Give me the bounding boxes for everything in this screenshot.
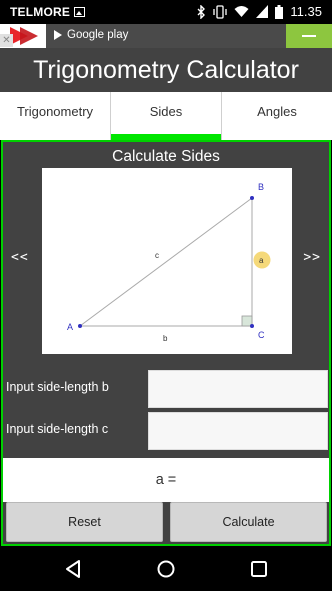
clock: 11.35 [290,4,322,19]
battery-icon [275,4,284,19]
vertex-a-point [78,324,82,328]
vertex-b-label: B [258,182,264,192]
side-c-input[interactable] [148,412,328,450]
hypotenuse-line [79,197,253,327]
status-icons: 11.35 [196,4,322,19]
side-c-label: c [155,251,159,260]
bluetooth-icon [197,4,206,19]
reset-button[interactable]: Reset [6,502,163,542]
triangle-diagram: A B C a b c [42,168,292,354]
app-title: Trigonometry Calculator [0,48,332,92]
next-button[interactable]: >> [303,250,321,265]
back-icon[interactable] [64,559,82,579]
ad-label: Google play [54,29,128,41]
side-b-label-text: Input side-length b [6,380,109,394]
image-icon [74,7,85,17]
result-display: a = [3,458,329,502]
right-angle-marker [241,315,253,327]
side-b-label: b [163,334,168,343]
status-bar: TELMORE 11.35 [0,0,332,24]
tab-sides[interactable]: Sides [111,92,222,140]
ad-close-icon[interactable]: ✕ [0,34,13,47]
vertex-a-label: A [67,322,73,332]
previous-button[interactable]: << [11,250,29,265]
recents-icon[interactable] [250,559,268,579]
carrier-name: TELMORE [10,5,71,19]
vibrate-icon [213,4,228,19]
tab-bar: Trigonometry Sides Angles [0,92,332,140]
tab-angles[interactable]: Angles [222,92,332,140]
sides-panel: Calculate Sides << >> A B C a b c Input … [1,140,331,546]
side-c-label-text: Input side-length c [6,422,109,436]
home-icon[interactable] [156,559,176,579]
side-a-label: a [259,256,264,265]
side-b-input[interactable] [148,370,328,408]
tab-trigonometry[interactable]: Trigonometry [0,92,111,140]
vertex-c-point [250,324,254,328]
vertex-c-label: C [258,330,265,340]
side-c-row: Input side-length c [3,412,329,452]
panel-title: Calculate Sides [112,148,220,165]
play-icon [54,30,62,40]
vertex-b-point [250,196,254,200]
system-nav-bar [0,547,332,591]
ad-action-button[interactable] [286,24,332,48]
calculate-button[interactable]: Calculate [170,502,327,542]
signal-icon [256,5,269,18]
wifi-icon [234,6,249,17]
ad-banner[interactable]: ✕ Google play [0,24,332,48]
ad-label-text: Google play [67,29,129,41]
side-b-row: Input side-length b [3,370,329,410]
